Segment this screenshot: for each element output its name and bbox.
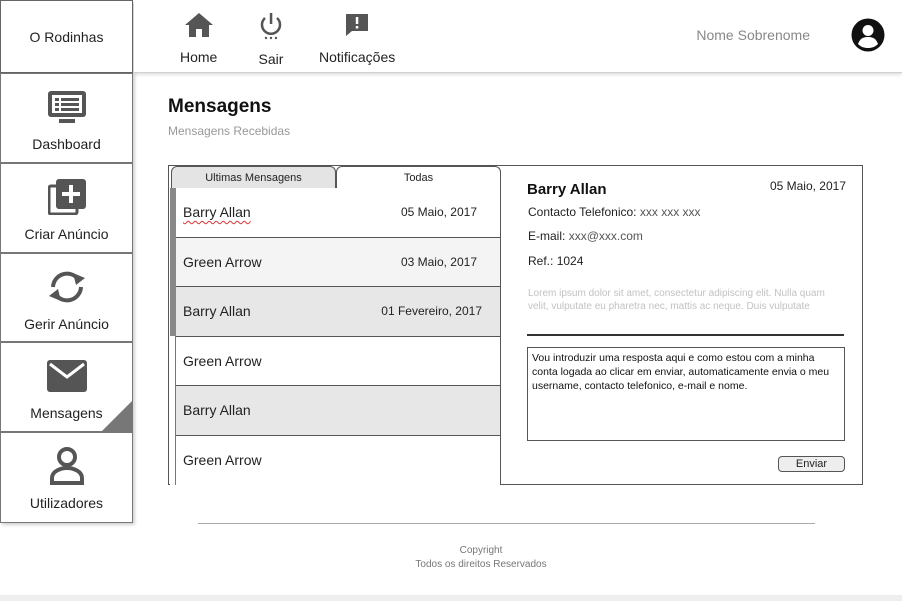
- sidebar: O Rodinhas Dashboard Criar Anúncio Gerir…: [0, 0, 134, 523]
- brand-logo[interactable]: O Rodinhas: [0, 0, 133, 73]
- tab-todas[interactable]: Todas: [336, 166, 501, 188]
- sidebar-item-label: Utilizadores: [29, 495, 104, 511]
- phone-label: Contacto Telefonico:: [528, 205, 637, 219]
- active-indicator: [102, 401, 132, 431]
- sidebar-item-gerir-anuncio[interactable]: Gerir Anúncio: [0, 253, 133, 342]
- home-icon: [184, 12, 214, 43]
- email-value: xxx@xxx.com: [568, 229, 643, 243]
- top-bar: Home Sair Notificações Nome Sobrenome: [134, 0, 902, 73]
- message-date: 03 Maio, 2017: [400, 254, 477, 269]
- page-bottom-edge: [0, 595, 902, 601]
- mail-icon: [46, 357, 88, 395]
- sidebar-item-utilizadores[interactable]: Utilizadores: [0, 432, 133, 523]
- detail-email: E-mail: xxx@xxx.com: [528, 229, 643, 243]
- footer-rights: Todos os direitos Reservados: [415, 559, 547, 570]
- ref-value: 1024: [556, 254, 584, 268]
- sidebar-item-label: Gerir Anúncio: [24, 316, 109, 332]
- page-subtitle: Mensagens Recebidas: [168, 124, 291, 138]
- message-sender: Green Arrow: [183, 451, 262, 468]
- detail-phone: Contacto Telefonico: xxx xxx xxx: [528, 205, 701, 219]
- list-item[interactable]: Barry Allan 01 Fevereiro, 2017: [176, 287, 500, 337]
- sidebar-item-label: Dashboard: [32, 136, 101, 152]
- user-icon: [49, 447, 85, 485]
- list-item[interactable]: Barry Allan 05 Maio, 2017: [176, 188, 500, 238]
- avatar[interactable]: [851, 18, 885, 57]
- footer-divider: [198, 523, 815, 524]
- list-item[interactable]: Barry Allan: [176, 386, 500, 436]
- tab-ultimas-mensagens[interactable]: Ultimas Mensagens: [171, 166, 336, 188]
- list-item[interactable]: Green Arrow 03 Maio, 2017: [176, 237, 500, 287]
- message-date: 01 Fevereiro, 2017: [381, 304, 482, 318]
- nav-home[interactable]: Home: [180, 12, 217, 65]
- nav-sair[interactable]: Sair: [258, 12, 284, 67]
- sidebar-item-label: Mensagens: [30, 405, 103, 421]
- detail-ref: Ref.: 1024: [528, 254, 583, 268]
- reply-textarea[interactable]: Vou introduzir uma resposta aqui e como …: [527, 347, 845, 441]
- list-item[interactable]: Green Arrow: [176, 336, 500, 386]
- detail-sender-name: Barry Allan: [527, 181, 607, 198]
- detail-date: 05 Maio, 2017: [769, 179, 846, 193]
- sidebar-item-mensagens[interactable]: Mensagens: [0, 342, 133, 432]
- notification-icon: [344, 12, 370, 43]
- sidebar-item-label: Criar Anúncio: [24, 226, 109, 242]
- nav-notificacoes[interactable]: Notificações: [319, 12, 395, 65]
- message-body: Lorem ipsum dolor sit amet, consectetur …: [528, 288, 825, 312]
- sidebar-item-criar-anuncio[interactable]: Criar Anúncio: [0, 163, 133, 253]
- send-button[interactable]: Enviar: [778, 456, 845, 472]
- footer-copyright: Copyright: [459, 545, 503, 556]
- message-sender: Green Arrow: [183, 352, 262, 369]
- divider: [527, 334, 844, 336]
- phone-value: xxx xxx xxx: [639, 205, 701, 219]
- message-sender: Barry Allan: [183, 204, 251, 220]
- power-icon: [258, 12, 284, 45]
- list-item[interactable]: Green Arrow: [176, 435, 500, 485]
- page-title: Mensagens: [168, 96, 272, 117]
- message-list: Barry Allan 05 Maio, 2017 Green Arrow 03…: [170, 188, 501, 485]
- message-date: 05 Maio, 2017: [400, 205, 477, 219]
- message-sender: Barry Allan: [183, 303, 251, 319]
- user-name[interactable]: Nome Sobrenome: [696, 27, 810, 43]
- ref-label: Ref.:: [528, 254, 554, 268]
- nav-sair-label: Sair: [258, 51, 284, 67]
- message-sender: Green Arrow: [183, 253, 262, 270]
- sync-icon: [47, 268, 87, 306]
- message-sender: Barry Allan: [183, 402, 251, 418]
- nav-home-label: Home: [180, 49, 218, 65]
- add-box-icon: [47, 178, 86, 216]
- sidebar-item-dashboard[interactable]: Dashboard: [0, 73, 133, 163]
- email-label: E-mail:: [528, 229, 566, 243]
- dashboard-icon: [47, 88, 87, 126]
- nav-notificacoes-label: Notificações: [319, 49, 396, 65]
